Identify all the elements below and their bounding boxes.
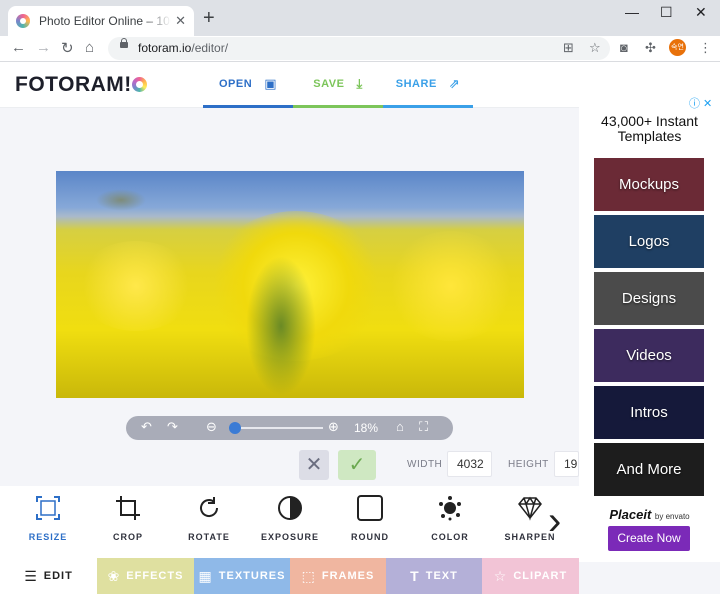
minimize-icon[interactable]: — — [625, 4, 639, 20]
ad-panel[interactable]: ⓘ ✕ 43,000+ Instant Templates Mockups Lo… — [579, 92, 720, 562]
new-tab-button[interactable]: + — [203, 8, 215, 28]
zoom-in-icon[interactable]: ⊕ — [328, 419, 339, 435]
ad-tile-designs[interactable]: Designs — [594, 272, 704, 325]
close-window-icon[interactable]: ✕ — [695, 4, 707, 21]
tool-color[interactable]: COLOR — [410, 486, 490, 558]
category-tabs: ☰ EDIT ❀ EFFECTS ▦ TEXTURES ⬚ FRAMES T TEXT ☆… — [0, 558, 579, 594]
download-icon: ⤓ — [356, 76, 363, 91]
reload-icon[interactable]: ↻ — [61, 39, 74, 57]
height-label: HEIGHT — [508, 459, 549, 470]
ad-choices-icon[interactable]: ⓘ ✕ — [689, 95, 712, 111]
tool-crop[interactable]: CROP — [88, 486, 168, 558]
image-icon: ▣ — [264, 76, 277, 91]
frame-icon: ⬚ — [301, 567, 316, 584]
width-label: WIDTH — [407, 459, 443, 470]
crop-icon — [116, 496, 140, 520]
favicon-icon — [16, 14, 30, 28]
zoom-percent: 18% — [354, 421, 379, 435]
tools-panel: RESIZE CROP ROTATE EXPOSURE ROUND COLOR … — [0, 486, 579, 558]
zoom-toolbar: ↶ ↷ ⊖ ⊕ 18% ⌂ ⛶ — [126, 416, 453, 440]
tools-next-chevron-icon[interactable]: › — [548, 501, 561, 541]
tab-edit[interactable]: ☰ EDIT — [0, 558, 97, 594]
tab-effects[interactable]: ❀ EFFECTS — [97, 558, 194, 594]
fit-home-icon[interactable]: ⌂ — [396, 419, 404, 434]
textures-grid-icon: ▦ — [198, 567, 213, 584]
lock-icon — [120, 38, 128, 48]
camera-icon[interactable]: ◙ — [620, 40, 628, 55]
text-icon: T — [410, 568, 420, 584]
effects-circles-icon: ❀ — [107, 567, 121, 584]
home-icon[interactable]: ⌂ — [85, 39, 94, 56]
sharpen-icon — [518, 496, 542, 521]
tab-clipart[interactable]: ☆ CLIPART — [482, 558, 579, 594]
tab-text[interactable]: T TEXT — [386, 558, 482, 594]
forward-icon[interactable]: → — [36, 39, 51, 56]
exposure-icon — [278, 496, 302, 520]
browser-tab[interactable]: Photo Editor Online – 100% Free ✕ — [8, 6, 194, 36]
logo-ring-icon — [131, 77, 147, 92]
browser-tabbar: Photo Editor Online – 100% Free ✕ + — ☐ … — [0, 0, 720, 36]
share-icon: ⇗ — [448, 76, 461, 91]
fotoram-logo[interactable]: FOTORAM! — [15, 73, 147, 97]
save-button[interactable]: SAVE ⤓ — [293, 63, 383, 108]
zoom-slider[interactable] — [231, 427, 323, 429]
star-icon: ☆ — [493, 567, 508, 584]
open-button[interactable]: OPEN ▣ — [203, 63, 293, 108]
height-input[interactable]: 1960 — [554, 451, 579, 477]
zoom-slider-handle[interactable] — [228, 422, 241, 434]
ad-footer-space — [579, 562, 720, 594]
placeit-logo: Placeit by envato — [609, 507, 690, 522]
address-bar[interactable]: fotoram.io/editor/ ⊞ ☆ — [108, 37, 610, 60]
ad-tile-logos[interactable]: Logos — [594, 215, 704, 268]
bookmark-star-icon[interactable]: ☆ — [589, 40, 601, 56]
redo-icon[interactable]: ↷ — [167, 419, 178, 435]
fullscreen-icon[interactable]: ⛶ — [419, 419, 428, 435]
cancel-button[interactable]: ✕ — [299, 450, 329, 480]
color-icon — [439, 496, 461, 521]
undo-icon[interactable]: ↶ — [141, 419, 152, 435]
tool-exposure[interactable]: EXPOSURE — [250, 486, 330, 558]
ad-tile-intros[interactable]: Intros — [594, 386, 704, 439]
tool-round[interactable]: ROUND — [330, 486, 410, 558]
tab-textures[interactable]: ▦ TEXTURES — [194, 558, 290, 594]
create-now-button[interactable]: Create Now — [608, 526, 690, 551]
sliders-icon: ☰ — [24, 567, 38, 584]
zoom-out-icon[interactable]: ⊖ — [206, 419, 217, 435]
rotate-icon — [200, 497, 219, 517]
close-tab-icon[interactable]: ✕ — [175, 13, 186, 29]
edited-photo[interactable] — [56, 171, 524, 398]
menu-kebab-icon[interactable]: ⋮ — [699, 40, 712, 56]
tool-rotate[interactable]: ROTATE — [169, 486, 249, 558]
translate-icon[interactable]: ⊞ — [563, 40, 574, 56]
tab-title: Photo Editor Online – 100% Free — [39, 14, 171, 28]
round-icon — [357, 495, 383, 521]
profile-avatar[interactable]: 숙연 — [669, 39, 686, 56]
ad-tile-and-more[interactable]: And More — [594, 443, 704, 496]
extensions-puzzle-icon[interactable]: ✣ — [645, 40, 656, 56]
width-input[interactable]: 4032 — [447, 451, 492, 477]
tool-resize[interactable]: RESIZE — [8, 486, 88, 558]
ad-tile-mockups[interactable]: Mockups — [594, 158, 704, 211]
maximize-icon[interactable]: ☐ — [660, 4, 673, 21]
apply-button[interactable]: ✓ — [338, 450, 376, 480]
resize-icon — [36, 496, 60, 520]
ad-tile-videos[interactable]: Videos — [594, 329, 704, 382]
tab-frames[interactable]: ⬚ FRAMES — [290, 558, 386, 594]
share-button[interactable]: SHARE ⇗ — [383, 63, 473, 108]
url-text: fotoram.io/editor/ — [138, 41, 229, 55]
browser-toolbar: ← → ↻ ⌂ fotoram.io/editor/ ⊞ ☆ — [0, 36, 720, 62]
ad-title: 43,000+ Instant Templates — [601, 113, 698, 144]
back-icon[interactable]: ← — [11, 39, 26, 56]
